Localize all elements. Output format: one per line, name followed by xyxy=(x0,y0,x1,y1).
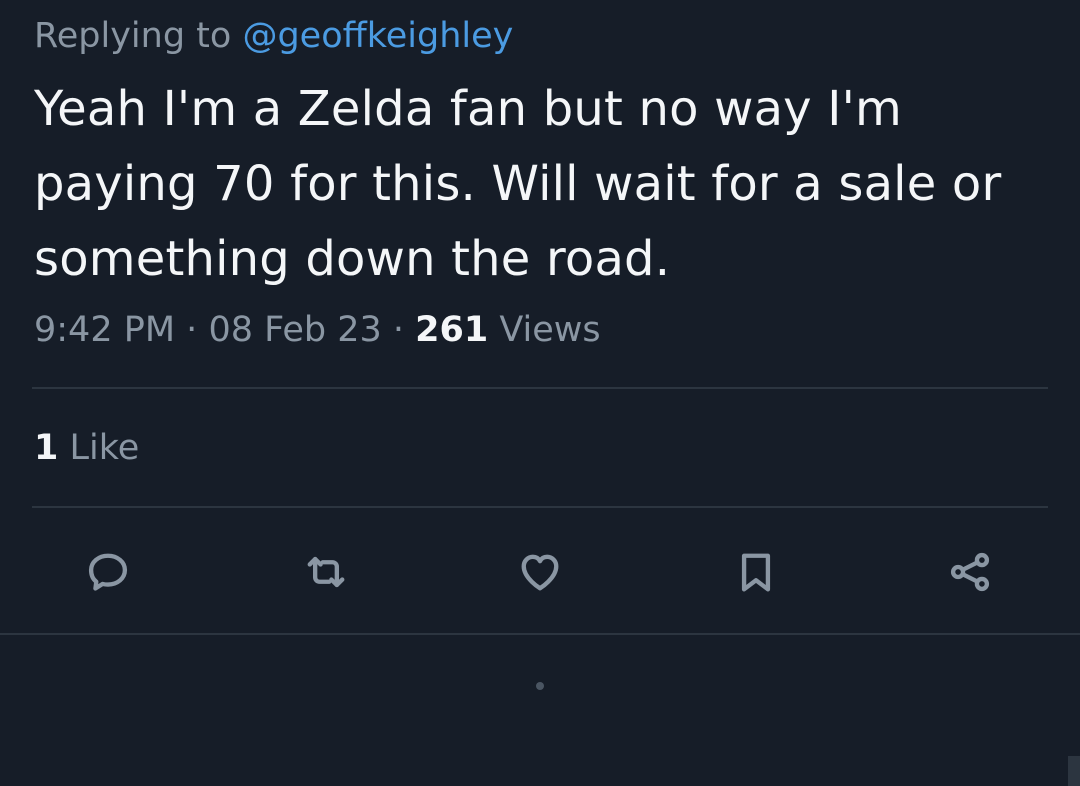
reply-icon xyxy=(88,553,128,591)
replying-to-line: Replying to @geoffkeighley xyxy=(34,12,513,60)
likes-link[interactable]: 1 Like xyxy=(34,424,139,472)
views-count: 261 xyxy=(415,310,489,350)
replying-to-label: Replying to xyxy=(34,16,232,56)
meta-separator: · xyxy=(392,310,405,350)
reply-button[interactable] xyxy=(76,540,140,604)
heart-icon xyxy=(521,554,559,591)
share-button[interactable] xyxy=(938,540,1002,604)
retweet-icon xyxy=(307,556,345,588)
like-label: Like xyxy=(69,428,140,468)
retweet-button[interactable] xyxy=(294,540,358,604)
bookmark-icon xyxy=(741,553,771,592)
tweet-action-bar xyxy=(0,540,1080,604)
views-label: Views xyxy=(499,310,601,350)
divider xyxy=(32,387,1048,389)
like-button[interactable] xyxy=(508,540,572,604)
meta-separator: · xyxy=(186,310,198,350)
like-count: 1 xyxy=(34,428,59,468)
tweet-date[interactable]: 08 Feb 23 xyxy=(208,310,381,350)
share-icon xyxy=(950,552,990,592)
divider xyxy=(32,506,1048,508)
bookmark-button[interactable] xyxy=(724,540,788,604)
tweet-time[interactable]: 9:42 PM xyxy=(34,310,175,350)
tweet-meta: 9:42 PM · 08 Feb 23 · 261 Views xyxy=(34,306,601,354)
reply-handle-link[interactable]: @geoffkeighley xyxy=(242,16,513,56)
divider xyxy=(0,633,1080,635)
scrollbar[interactable] xyxy=(1068,756,1080,786)
tweet-text: Yeah I'm a Zelda fan but no way I'm payi… xyxy=(34,81,1002,287)
page-indicator-dot xyxy=(536,682,544,690)
